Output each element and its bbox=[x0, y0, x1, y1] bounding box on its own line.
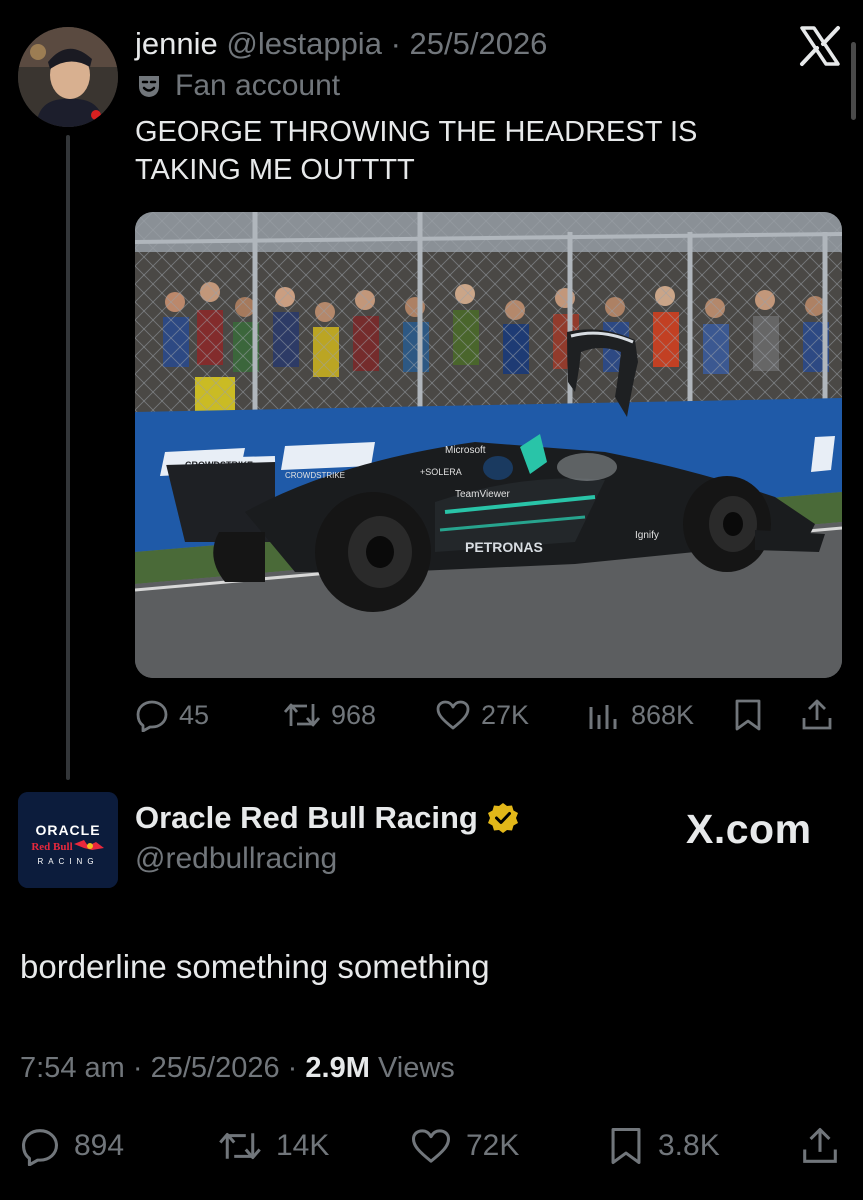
quoted-display-name[interactable]: jennie bbox=[135, 26, 218, 61]
quoted-views-count: 868K bbox=[631, 699, 695, 730]
quoted-date[interactable]: 25/5/2026 bbox=[410, 26, 548, 61]
main-tweet-meta: 7:54 am · 25/5/2026 · 2.9M Views bbox=[20, 1052, 455, 1085]
quoted-text-line-2: TAKING ME OUTTTT bbox=[135, 154, 415, 186]
x-logo-icon[interactable] bbox=[796, 22, 844, 70]
quoted-repost-count: 968 bbox=[331, 699, 377, 730]
views-icon bbox=[587, 699, 621, 731]
quoted-repost-button[interactable]: 968 bbox=[283, 690, 376, 740]
main-handle[interactable]: @redbullracing bbox=[135, 842, 337, 876]
quoted-share-button[interactable] bbox=[800, 690, 834, 740]
avatar-text-racing: RACING bbox=[37, 857, 98, 866]
quoted-like-count: 27K bbox=[481, 699, 530, 730]
meta-dot-1: · bbox=[132, 1052, 143, 1084]
main-reply-button[interactable]: 894 bbox=[20, 1120, 124, 1172]
share-icon bbox=[800, 698, 834, 732]
main-like-count: 72K bbox=[466, 1129, 520, 1162]
quoted-action-bar: 45 968 27K 868K bbox=[135, 690, 840, 740]
main-bookmark-count: 3.8K bbox=[658, 1129, 720, 1162]
redbull-avatar[interactable]: ORACLE Red Bull RACING bbox=[18, 792, 118, 888]
main-tweet-date[interactable]: 25/5/2026 bbox=[151, 1052, 280, 1084]
main-author-name[interactable]: Oracle Red Bull Racing bbox=[135, 800, 520, 836]
xcom-watermark: X.com bbox=[686, 806, 812, 852]
quoted-dot: · bbox=[390, 26, 401, 61]
reply-icon bbox=[20, 1126, 60, 1166]
quoted-author-line[interactable]: jennie @lestappia · 25/5/2026 bbox=[135, 26, 547, 62]
main-like-button[interactable]: 72K bbox=[410, 1120, 519, 1172]
quoted-bookmark-button[interactable] bbox=[733, 690, 763, 740]
svg-text:+SOLERA: +SOLERA bbox=[420, 467, 462, 477]
fan-account-text: Fan account bbox=[175, 69, 341, 102]
quoted-like-button[interactable]: 27K bbox=[435, 690, 529, 740]
reply-icon bbox=[135, 698, 169, 732]
avatar-text-oracle: ORACLE bbox=[35, 822, 100, 838]
quoted-reply-button[interactable]: 45 bbox=[135, 690, 209, 740]
svg-text:Ignify: Ignify bbox=[635, 530, 659, 541]
bookmark-icon bbox=[608, 1126, 644, 1166]
fan-account-label: Fan account bbox=[135, 69, 340, 103]
quoted-reply-count: 45 bbox=[179, 699, 210, 730]
svg-text:CROWDSTRIKE: CROWDSTRIKE bbox=[185, 460, 253, 470]
main-tweet-time[interactable]: 7:54 am bbox=[20, 1052, 125, 1084]
svg-text:TeamViewer: TeamViewer bbox=[455, 489, 511, 500]
thread-connector-line bbox=[66, 135, 70, 780]
jennie-avatar[interactable] bbox=[18, 27, 118, 127]
avatar-text-redbull: Red Bull bbox=[31, 841, 72, 853]
main-repost-count: 14K bbox=[276, 1129, 330, 1162]
svg-text:PETRONAS: PETRONAS bbox=[465, 539, 543, 555]
scrollbar[interactable] bbox=[851, 42, 856, 120]
repost-icon bbox=[218, 1126, 262, 1166]
quoted-media-image[interactable]: PETRONAS Microsoft +SOLERA TeamViewer Ig… bbox=[135, 212, 842, 678]
theater-masks-icon bbox=[135, 72, 163, 100]
meta-dot-2: · bbox=[287, 1052, 298, 1084]
main-views-label: Views bbox=[377, 1052, 455, 1084]
svg-text:CROWDSTRIKE: CROWDSTRIKE bbox=[285, 471, 345, 480]
main-tweet-text: borderline something something bbox=[20, 948, 490, 985]
svg-text:Microsoft: Microsoft bbox=[445, 445, 486, 456]
main-action-bar: 894 14K 72K 3.8K bbox=[20, 1120, 843, 1172]
heart-icon bbox=[410, 1127, 452, 1165]
main-views-count: 2.9M bbox=[305, 1052, 370, 1084]
repost-icon bbox=[283, 698, 321, 732]
main-reply-count: 894 bbox=[74, 1129, 125, 1162]
share-icon bbox=[800, 1126, 840, 1166]
quoted-views-button[interactable]: 868K bbox=[587, 690, 694, 740]
main-display-name[interactable]: Oracle Red Bull Racing bbox=[135, 800, 478, 836]
heart-icon bbox=[435, 699, 471, 731]
main-bookmark-button[interactable]: 3.8K bbox=[608, 1120, 720, 1172]
main-share-button[interactable] bbox=[800, 1120, 840, 1172]
gold-verified-icon[interactable] bbox=[486, 801, 520, 835]
quoted-handle[interactable]: @lestappia bbox=[226, 26, 382, 61]
quoted-tweet-text: GEORGE THROWING THE HEADREST IS TAKING M… bbox=[135, 113, 815, 189]
bookmark-icon bbox=[733, 698, 763, 732]
quoted-text-line-1: GEORGE THROWING THE HEADREST IS bbox=[135, 116, 698, 148]
main-repost-button[interactable]: 14K bbox=[218, 1120, 329, 1172]
